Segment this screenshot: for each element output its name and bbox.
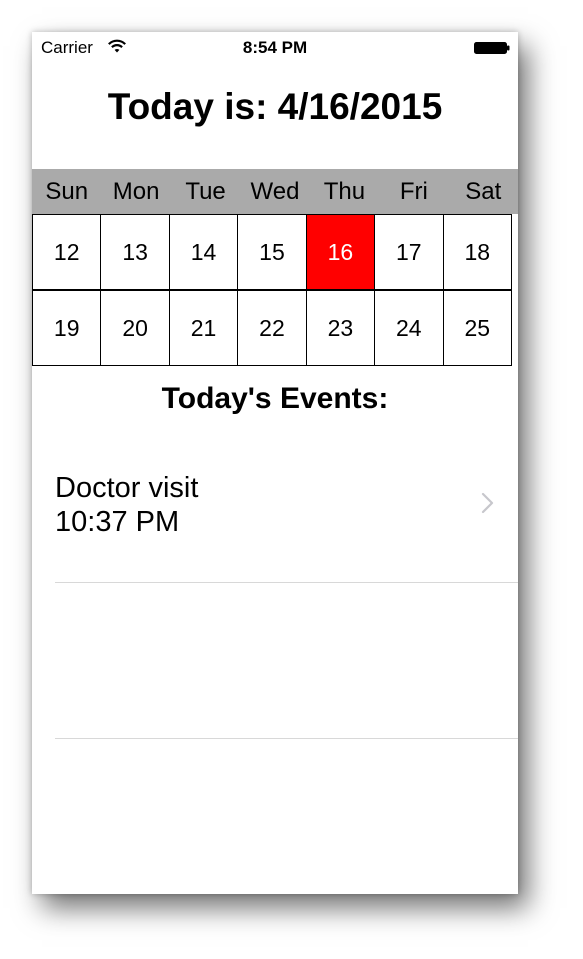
calendar-day-cell[interactable]: 19	[32, 290, 102, 366]
weekday-sun: Sun	[45, 178, 89, 205]
weekday-thu: Thu	[323, 178, 366, 205]
weekday-sat: Sat	[465, 178, 502, 205]
list-separator	[55, 582, 518, 583]
list-separator	[55, 738, 518, 739]
calendar-day-cell[interactable]: 22	[237, 290, 307, 366]
calendar-week-row: 12 13 14 15 16 17 18	[32, 214, 518, 290]
status-bar: Carrier 8:54 PM	[32, 32, 518, 62]
calendar-day-cell[interactable]: 15	[237, 214, 307, 290]
calendar-day-cell[interactable]: 18	[442, 214, 512, 290]
calendar-day-cell[interactable]: 12	[32, 214, 102, 290]
event-time: 10:37 PM	[55, 506, 180, 538]
calendar-week-row: 19 20 21 22 23 24 25	[32, 290, 518, 366]
calendar-day-cell-selected[interactable]: 16	[305, 214, 376, 290]
calendar-day-cell[interactable]: 21	[168, 290, 239, 366]
status-time: 8:54 PM	[242, 38, 308, 57]
events-section-title: Today's Events:	[161, 382, 389, 415]
weekday-mon: Mon	[112, 178, 160, 205]
calendar-day-cell[interactable]: 13	[100, 214, 170, 290]
calendar-day-cell[interactable]: 24	[374, 290, 444, 366]
weekday-wed: Wed	[250, 178, 300, 205]
battery-icon	[474, 42, 510, 54]
weekday-fri: Fri	[399, 178, 428, 205]
calendar-day-cell[interactable]: 23	[305, 290, 376, 366]
event-list-item[interactable]: Doctor visit 10:37 PM	[32, 432, 518, 582]
chevron-right-icon	[481, 492, 494, 514]
page-title: Today is: 4/16/2015	[107, 86, 443, 127]
weekday-tue: Tue	[185, 178, 226, 205]
screenshot-stage: Carrier 8:54 PM Today is: 4/16/2015 Sun …	[0, 0, 583, 959]
event-name: Doctor visit	[55, 472, 199, 504]
calendar-day-cell[interactable]: 14	[168, 214, 239, 290]
weekday-header-row: Sun Mon Tue Wed Thu Fri Sat	[32, 169, 518, 214]
phone-screen: Carrier 8:54 PM Today is: 4/16/2015 Sun …	[32, 32, 518, 894]
calendar-day-cell[interactable]: 17	[374, 214, 444, 290]
calendar-day-cell[interactable]: 20	[100, 290, 170, 366]
calendar-day-cell[interactable]: 25	[442, 290, 512, 366]
